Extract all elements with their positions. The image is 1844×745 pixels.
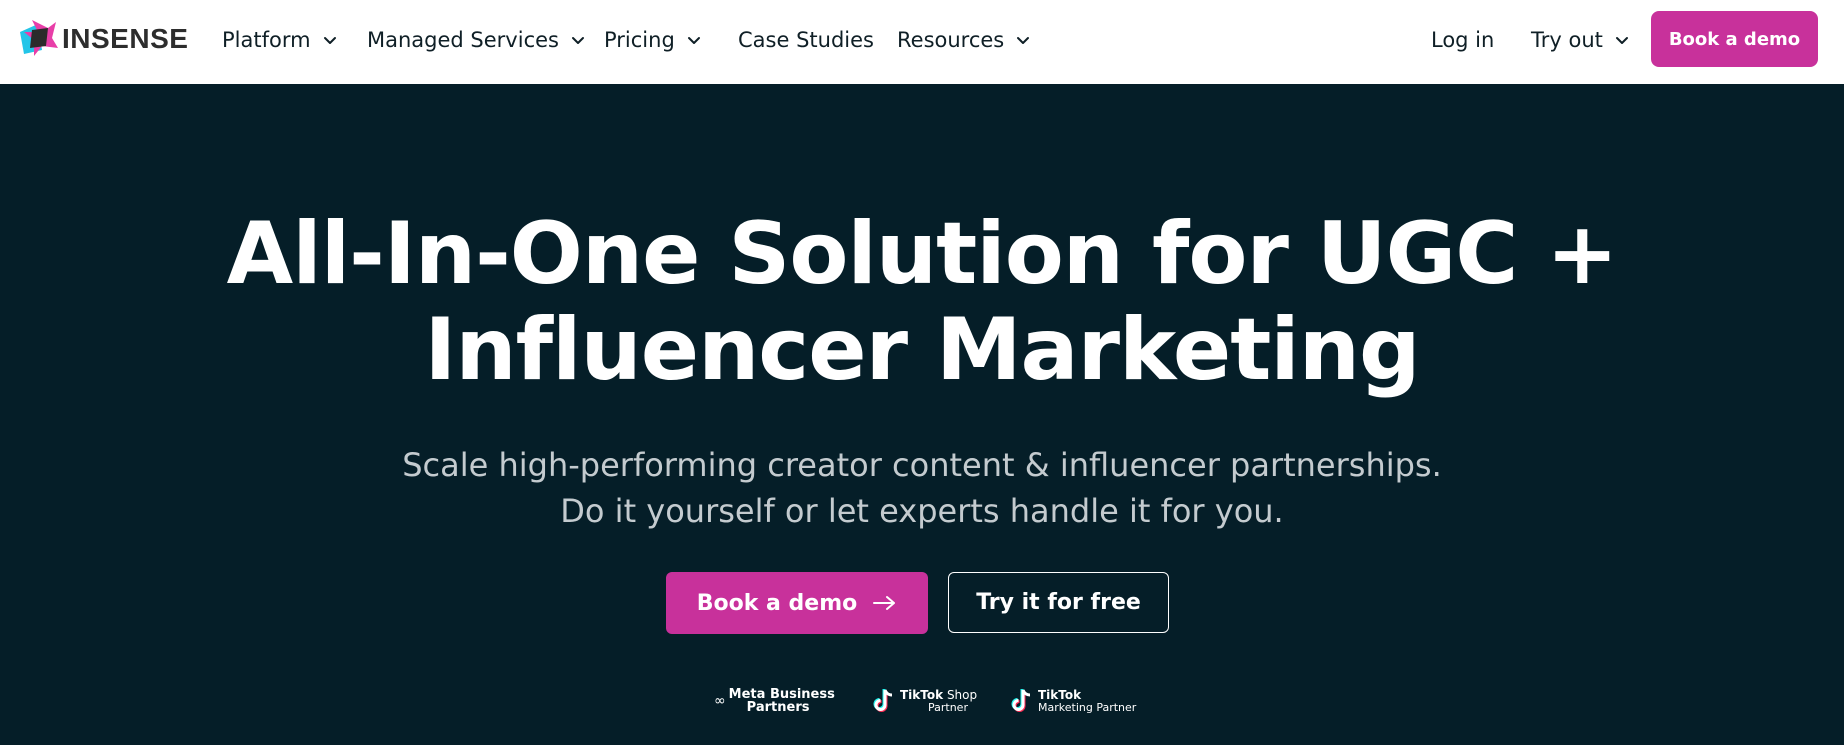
tiktok-marketing-brand: TikTok — [1038, 687, 1082, 702]
book-demo-nav-button[interactable]: Book a demo — [1651, 11, 1818, 67]
nav-resources-label: Resources — [897, 28, 1005, 52]
chevron-down-icon — [1016, 33, 1030, 47]
nav-case-studies[interactable]: Case Studies — [738, 24, 874, 56]
tiktok-shop-partner-badge: TikTok Shop Partner — [872, 688, 977, 714]
insense-logo-icon — [20, 20, 58, 56]
headline-line-2: Influencer Marketing — [424, 300, 1420, 400]
meta-infinity-icon: ∞ — [714, 693, 726, 709]
nav-resources[interactable]: Resources — [897, 24, 1030, 56]
tiktok-marketing-sub: Marketing Partner — [1038, 700, 1137, 714]
subtitle-line-2: Do it yourself or let experts handle it … — [560, 492, 1284, 530]
headline-line-1: All-In-One Solution for UGC + — [226, 204, 1619, 304]
nav-managed-services[interactable]: Managed Services — [367, 24, 585, 56]
tiktok-shop-brand: TikTok — [900, 687, 944, 702]
top-navbar: INSENSE Platform Managed Services Pricin… — [0, 0, 1844, 84]
hero-section: All-In-One Solution for UGC + Influencer… — [0, 84, 1844, 745]
logo-wordmark: INSENSE — [62, 23, 189, 54]
nav-pricing-label: Pricing — [604, 28, 675, 52]
chevron-down-icon — [687, 33, 701, 47]
try-out-menu[interactable]: Try out — [1531, 24, 1629, 56]
try-free-button[interactable]: Try it for free — [948, 572, 1169, 633]
tiktok-icon — [873, 689, 893, 712]
tiktok-marketing-partner-badge: TikTok Marketing Partner — [1010, 688, 1136, 714]
nav-managed-services-label: Managed Services — [367, 28, 559, 52]
tiktok-shop-sub: Partner — [928, 700, 968, 714]
login-link[interactable]: Log in — [1431, 24, 1494, 56]
meta-line-2: Partners — [746, 700, 810, 715]
insense-logo[interactable]: INSENSE — [18, 18, 188, 60]
chevron-down-icon — [571, 33, 585, 47]
nav-platform[interactable]: Platform — [222, 24, 337, 56]
hero-headline: All-In-One Solution for UGC + Influencer… — [0, 206, 1844, 398]
book-demo-button-label: Book a demo — [696, 590, 858, 616]
tiktok-icon — [1011, 689, 1031, 712]
login-label: Log in — [1431, 28, 1495, 52]
arrow-right-icon — [873, 596, 896, 610]
chevron-down-icon — [1615, 33, 1629, 47]
nav-platform-label: Platform — [222, 28, 311, 52]
nav-pricing[interactable]: Pricing — [604, 24, 701, 56]
subtitle-line-1: Scale high-performing creator content & … — [402, 446, 1442, 484]
book-demo-button[interactable]: Book a demo — [666, 572, 928, 634]
meta-business-partners-badge: ∞ Meta Business Partners — [714, 688, 835, 714]
chevron-down-icon — [323, 33, 337, 47]
nav-case-studies-label: Case Studies — [738, 28, 874, 52]
hero-subtitle: Scale high-performing creator content & … — [0, 442, 1844, 534]
try-out-label: Try out — [1531, 28, 1603, 52]
tiktok-shop-word: Shop — [946, 687, 978, 702]
